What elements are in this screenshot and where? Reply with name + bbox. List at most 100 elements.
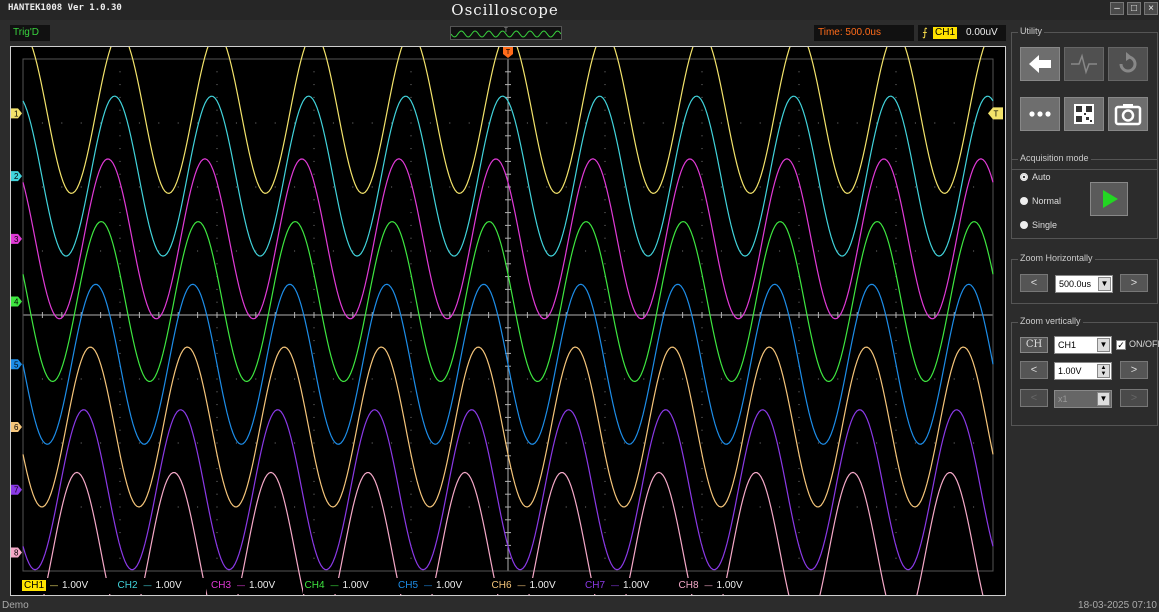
svg-text:5: 5 [14, 360, 19, 369]
channel-name: CH6 [489, 580, 514, 591]
radio-single-label: Single [1032, 220, 1058, 230]
channel-name: CH2 [115, 580, 140, 591]
channel-label-ch6[interactable]: CH6—1.00V [489, 578, 580, 594]
channel-label-bar: CH1—1.00V CH2—1.00V CH3—1.00V CH4—1.00V CH5—… [22, 578, 767, 594]
svg-text:T: T [506, 49, 511, 56]
screenshot-button[interactable] [1108, 97, 1148, 131]
channel-volts: 1.00V [155, 580, 182, 591]
info-bar: Trig'D T Time: 500.0us ⨍ CH1 0.00uV [10, 25, 1006, 41]
channel-select[interactable]: CH1 ▼ [1054, 336, 1112, 354]
channel-name: CH1 [22, 580, 47, 591]
channel-label-ch1[interactable]: CH1— 1.00V [22, 578, 112, 594]
channel-label-ch2[interactable]: CH2—1.00V [115, 578, 206, 594]
trigger-level: 0.00uV [966, 27, 998, 38]
svg-text:8: 8 [14, 548, 19, 557]
channel-name: CH5 [396, 580, 421, 591]
acquisition-title: Acquisition mode [1018, 153, 1091, 163]
svg-text:1: 1 [14, 109, 19, 118]
probe-select[interactable]: x1 ▼ [1054, 390, 1112, 408]
coupling-icon: — [50, 581, 58, 590]
probe-decrease-button[interactable]: < [1020, 389, 1048, 407]
timebase-select[interactable]: 500.0us ▼ [1055, 275, 1113, 293]
ground-marker-3[interactable]: 3 [11, 233, 22, 244]
coupling-icon: — [330, 581, 339, 590]
ground-marker-6[interactable]: 6 [11, 422, 22, 432]
channel-label-ch3[interactable]: CH3— 1.00V [209, 578, 299, 594]
trigger-position-marker[interactable]: T [503, 47, 513, 58]
close-button[interactable]: × [1144, 2, 1158, 15]
measure-button[interactable] [1064, 47, 1104, 81]
maximize-button[interactable]: □ [1127, 2, 1141, 15]
radio-single[interactable]: Single [1020, 220, 1057, 230]
radio-auto[interactable]: Auto [1020, 172, 1051, 182]
zoom-horizontal-title: Zoom Horizontally [1018, 253, 1095, 263]
chevron-down-icon: ▼ [1098, 277, 1111, 291]
ground-marker-4[interactable]: 4 [11, 296, 22, 307]
channel-volts: 1.00V [342, 580, 369, 591]
minimize-button[interactable]: – [1110, 2, 1124, 15]
channel-onoff-checkbox[interactable]: ✓ [1116, 340, 1126, 350]
time-base-display: Time: 500.0us [814, 25, 914, 41]
trigger-status: Trig'D [10, 25, 50, 41]
back-arrow-icon [1029, 55, 1051, 73]
coupling-icon: — [424, 581, 432, 590]
channel-label-ch8[interactable]: CH8—1.00V [676, 578, 767, 594]
channel-label-ch5[interactable]: CH5— 1.00V [396, 578, 486, 594]
play-icon [1103, 190, 1118, 208]
coupling-icon: — [611, 581, 619, 590]
channel-volts: 1.00V [529, 580, 556, 591]
waveform-canvas: 1 2 3 4 5 6 7 8 T T [11, 47, 1003, 595]
volts-increase-button[interactable]: > [1120, 361, 1148, 379]
trigger-preview-window[interactable]: T [450, 26, 562, 40]
probe-value: x1 [1058, 394, 1068, 404]
channel-name: CH4 [302, 580, 327, 591]
volts-select[interactable]: 1.00V ▲ ▼ [1054, 362, 1112, 380]
volts-value: 1.00V [1058, 366, 1082, 376]
ground-marker-8[interactable]: 8 [11, 547, 22, 558]
radio-auto-label: Auto [1032, 172, 1051, 182]
more-button[interactable] [1020, 97, 1060, 131]
radio-icon [1020, 221, 1028, 229]
ground-marker-1[interactable]: 1 [11, 108, 22, 119]
channel-volts: 1.00V [436, 580, 463, 591]
more-icon [1029, 111, 1051, 117]
utility-group: Utility [1011, 26, 1158, 170]
ground-marker-2[interactable]: 2 [11, 171, 22, 182]
chevron-down-icon: ▼ [1097, 338, 1110, 352]
spinner-icon: ▲ ▼ [1097, 364, 1110, 378]
camera-icon [1114, 104, 1142, 126]
ground-marker-5[interactable]: 5 [11, 359, 22, 370]
svg-text:2: 2 [14, 172, 19, 181]
channel-button[interactable]: CH [1020, 337, 1048, 353]
zoom-vertical-group: Zoom vertically CH CH1 ▼ ✓ ON/OFF < 1.00… [1011, 316, 1159, 426]
svg-text:4: 4 [14, 298, 19, 307]
refresh-button[interactable] [1108, 47, 1148, 81]
channel-volts: 1.00V [716, 580, 743, 591]
trigger-level-marker[interactable]: T [988, 107, 1003, 120]
channel-volts: 1.00V [249, 580, 276, 591]
run-button[interactable] [1090, 182, 1128, 216]
radio-icon [1020, 197, 1028, 205]
utility-title: Utility [1018, 26, 1044, 36]
channel-label-ch7[interactable]: CH7— 1.00V [583, 578, 673, 594]
ground-marker-7[interactable]: 7 [11, 484, 22, 495]
svg-text:T: T [994, 109, 999, 118]
volts-decrease-button[interactable]: < [1020, 361, 1048, 379]
back-button[interactable] [1020, 47, 1060, 81]
measure-wave-icon [1071, 53, 1097, 75]
channel-label-ch4[interactable]: CH4—1.00V [302, 578, 393, 594]
refresh-icon [1119, 52, 1137, 73]
rising-edge-icon: ⨍ [922, 27, 928, 39]
timebase-decrease-button[interactable]: < [1020, 274, 1048, 292]
probe-increase-button[interactable]: > [1120, 389, 1148, 407]
svg-text:7: 7 [14, 486, 19, 495]
acquisition-group: Acquisition mode Auto Normal Single [1011, 153, 1158, 239]
svg-text:6: 6 [14, 423, 19, 432]
scope-display[interactable]: 1 2 3 4 5 6 7 8 T T [10, 46, 1006, 596]
qr-code-button[interactable] [1064, 97, 1104, 131]
radio-normal[interactable]: Normal [1020, 196, 1061, 206]
preview-trigger-marker: T [504, 28, 508, 34]
qr-code-icon [1074, 104, 1094, 124]
title-bar: HANTEK1008 Ver 1.0.30 Oscilloscope – □ × [0, 0, 1159, 20]
timebase-increase-button[interactable]: > [1120, 274, 1148, 292]
